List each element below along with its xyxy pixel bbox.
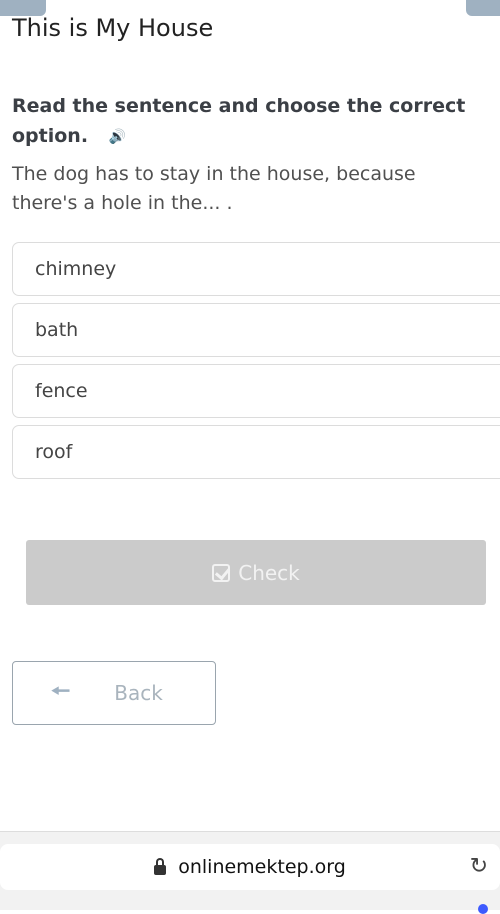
instruction-label: Read the sentence and choose the correct… <box>12 95 466 147</box>
arrow-left-icon: 🠔 <box>51 679 71 704</box>
page-title: This is My House <box>12 14 214 42</box>
back-button[interactable]: 🠔 Back <box>12 661 216 725</box>
question-text: The dog has to stay in the house, becaus… <box>12 163 416 214</box>
check-square-icon <box>212 563 231 582</box>
top-tab-right[interactable] <box>466 0 500 16</box>
option-label: chimney <box>35 258 117 280</box>
option-label: roof <box>35 441 73 463</box>
browser-address-bar: onlinemektep.org ↻ <box>0 831 500 914</box>
answer-options: chimney bath fence roof <box>12 242 500 486</box>
check-label: Check <box>238 560 300 585</box>
option-chimney[interactable]: chimney <box>12 242 500 296</box>
check-button[interactable]: Check <box>26 540 486 605</box>
lock-icon <box>154 858 167 875</box>
instruction-text: Read the sentence and choose the correct… <box>12 91 492 152</box>
option-roof[interactable]: roof <box>12 425 500 479</box>
option-label: fence <box>35 380 88 402</box>
reload-icon[interactable]: ↻ <box>470 854 488 879</box>
option-fence[interactable]: fence <box>12 364 500 418</box>
url-field[interactable]: onlinemektep.org ↻ <box>0 844 500 890</box>
status-dot <box>478 904 488 914</box>
back-label: Back <box>114 681 163 705</box>
speaker-icon[interactable]: 🔊 <box>109 122 126 152</box>
option-label: bath <box>35 319 79 341</box>
url-text: onlinemektep.org <box>178 856 346 878</box>
option-bath[interactable]: bath <box>12 303 500 357</box>
